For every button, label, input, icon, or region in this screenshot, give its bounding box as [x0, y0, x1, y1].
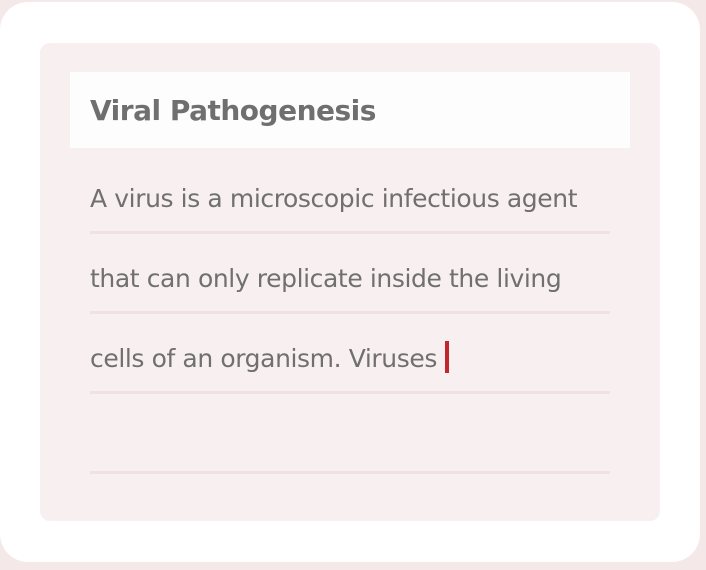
note-title[interactable]: Viral Pathogenesis — [90, 94, 376, 127]
line-text: A virus is a microscopic infectious agen… — [90, 184, 578, 213]
note-card: Viral Pathogenesis A virus is a microsco… — [0, 2, 700, 562]
line-text: cells of an organism. Viruses — [90, 344, 437, 373]
text-line-1[interactable]: A virus is a microscopic infectious agen… — [90, 154, 610, 234]
text-cursor — [444, 341, 449, 373]
text-line-2[interactable]: that can only replicate inside the livin… — [90, 234, 610, 314]
line-text-wrapper: cells of an organism. Viruses — [90, 341, 449, 373]
text-line-4[interactable] — [90, 394, 610, 474]
text-area[interactable]: A virus is a microscopic infectious agen… — [90, 154, 610, 474]
editor-panel[interactable]: Viral Pathogenesis A virus is a microsco… — [40, 43, 660, 521]
text-line-3[interactable]: cells of an organism. Viruses — [90, 314, 610, 394]
title-bar[interactable]: Viral Pathogenesis — [70, 72, 630, 148]
line-text: that can only replicate inside the livin… — [90, 264, 562, 293]
